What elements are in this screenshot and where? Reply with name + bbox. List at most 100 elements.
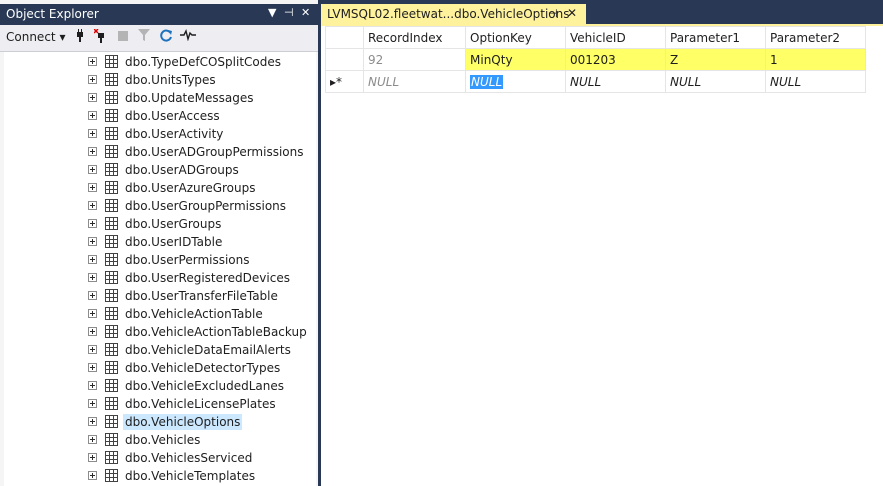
grid-cell-recordindex[interactable]: NULL [363,70,466,93]
expand-icon[interactable] [88,57,97,66]
row-selector[interactable] [325,48,364,71]
pin-tab-icon[interactable]: ⊣ [548,7,558,20]
tree-item-label[interactable]: dbo.UserIDTable [123,234,224,250]
grid-cell-parameter1[interactable]: Z [665,48,766,71]
expand-icon[interactable] [88,219,97,228]
stop-icon[interactable] [118,29,128,45]
expand-icon[interactable] [88,237,97,246]
tree-item[interactable]: dbo.UserGroups [4,215,304,233]
tree-item-label[interactable]: dbo.VehicleExcludedLanes [123,378,286,394]
tree-item-label[interactable]: dbo.UserAccess [123,108,222,124]
tree-item-label[interactable]: dbo.UserTransferFileTable [123,288,280,304]
tree-item-label[interactable]: dbo.UserPermissions [123,252,252,268]
grid-cell-parameter1[interactable]: NULL [665,70,766,93]
column-header[interactable]: Parameter1 [665,26,766,49]
expand-icon[interactable] [88,129,97,138]
expand-icon[interactable] [88,435,97,444]
table-row[interactable]: 92 MinQty 001203 Z 1 [325,48,866,71]
grid-cell-parameter2[interactable]: NULL [765,70,866,93]
column-header[interactable]: OptionKey [465,26,566,49]
filter-icon[interactable] [138,29,150,46]
expand-icon[interactable] [88,471,97,480]
expand-icon[interactable] [88,201,97,210]
tree-item-label[interactable]: dbo.UserAzureGroups [123,180,257,196]
close-panel-icon[interactable]: ✕ [301,6,310,19]
tree-item-label[interactable]: dbo.UserGroupPermissions [123,198,288,214]
tree-item[interactable]: dbo.UserActivity [4,125,304,143]
tree-item-label[interactable]: dbo.VehicleOptions [123,414,243,430]
plug-icon[interactable] [74,29,86,47]
grid-cell-optionkey[interactable]: MinQty [465,48,566,71]
tree-item-label[interactable]: dbo.Vehicles [123,432,202,448]
column-header[interactable]: RecordIndex [363,26,466,49]
new-row-indicator[interactable]: ▸* [325,70,364,93]
grid-cell-recordindex[interactable]: 92 [363,48,466,71]
expand-icon[interactable] [88,363,97,372]
tree-item[interactable]: dbo.UserGroupPermissions [4,197,304,215]
tree-item[interactable]: dbo.VehicleActionTable [4,305,304,323]
tree-item-label[interactable]: dbo.VehiclesServiced [123,450,254,466]
expand-icon[interactable] [88,183,97,192]
tree-item-label[interactable]: dbo.UserADGroups [123,162,241,178]
expand-icon[interactable] [88,381,97,390]
tree-item-label[interactable]: dbo.UserRegisteredDevices [123,270,292,286]
tree-item-label[interactable]: dbo.UserADGroupPermissions [123,144,306,160]
column-header[interactable]: Parameter2 [765,26,866,49]
expand-icon[interactable] [88,345,97,354]
column-header[interactable]: VehicleID [565,26,666,49]
expand-icon[interactable] [88,255,97,264]
expand-icon[interactable] [88,453,97,462]
tree-item[interactable]: dbo.Vehicles [4,431,304,449]
expand-icon[interactable] [88,165,97,174]
tree-item-label[interactable]: dbo.VehicleActionTable [123,306,265,322]
grid-cell-vehicleid[interactable]: 001203 [565,48,666,71]
tree-item[interactable]: dbo.UnitsTypes [4,71,304,89]
tree-item[interactable]: dbo.VehicleOptions [4,413,304,431]
tree-item[interactable]: dbo.UserRegisteredDevices [4,269,304,287]
tree-item[interactable]: dbo.VehicleDetectorTypes [4,359,304,377]
expand-icon[interactable] [88,291,97,300]
object-explorer-tree[interactable]: dbo.TypeDefCOSplitCodes dbo.UnitsTypes dbo… [4,52,316,486]
expand-icon[interactable] [88,309,97,318]
expand-icon[interactable] [88,147,97,156]
tree-item-label[interactable]: dbo.VehicleActionTableBackup [123,324,309,340]
tree-item-label[interactable]: dbo.UnitsTypes [123,72,218,88]
connect-button[interactable]: Connect ▾ [6,30,65,44]
tree-item-label[interactable]: dbo.VehicleDetectorTypes [123,360,282,376]
tree-item[interactable]: dbo.VehicleActionTableBackup [4,323,307,341]
tree-item[interactable]: dbo.UpdateMessages [4,89,304,107]
expand-icon[interactable] [88,75,97,84]
tree-item-label[interactable]: dbo.UserGroups [123,216,223,232]
activity-monitor-icon[interactable] [180,28,196,45]
tree-item[interactable]: dbo.UserADGroupPermissions [4,143,304,161]
grid-cell-parameter2[interactable]: 1 [765,48,866,71]
expand-icon[interactable] [88,327,97,336]
tree-item[interactable]: dbo.VehicleLicensePlates [4,395,304,413]
tree-item[interactable]: dbo.VehicleTemplates [4,467,304,485]
refresh-icon[interactable] [160,29,173,46]
expand-icon[interactable] [88,417,97,426]
tree-item-label[interactable]: dbo.TypeDefCOSplitCodes [123,54,283,70]
window-position-dropdown-icon[interactable]: ▼ [268,6,276,19]
tree-item[interactable]: dbo.UserADGroups [4,161,304,179]
tree-item[interactable]: dbo.UserIDTable [4,233,304,251]
tree-item-label[interactable]: dbo.VehicleLicensePlates [123,396,278,412]
tree-item[interactable]: dbo.VehicleExcludedLanes [4,377,304,395]
selected-null-text[interactable]: NULL [470,74,504,89]
expand-icon[interactable] [88,273,97,282]
tree-item[interactable]: dbo.VehiclesServiced [4,449,304,467]
row-selector-header[interactable] [325,26,364,49]
grid-cell-optionkey-active[interactable]: NULL [465,70,566,93]
disconnect-icon[interactable] [93,28,108,47]
auto-hide-pin-icon[interactable]: ⊣ [284,6,294,19]
tree-item-label[interactable]: dbo.UserActivity [123,126,225,142]
tree-item[interactable]: dbo.UserAzureGroups [4,179,304,197]
document-tab[interactable]: LVMSQL02.fleetwat...dbo.VehicleOptions ⊣… [321,4,586,24]
tree-item[interactable]: dbo.TypeDefCOSplitCodes [4,53,304,71]
tree-item-label[interactable]: dbo.VehicleDataEmailAlerts [123,342,293,358]
expand-icon[interactable] [88,93,97,102]
tree-item-label[interactable]: dbo.VehicleTemplates [123,468,257,484]
tree-item[interactable]: dbo.UserAccess [4,107,304,125]
tree-item[interactable]: dbo.VehicleDataEmailAlerts [4,341,304,359]
tree-item[interactable]: dbo.UserTransferFileTable [4,287,304,305]
